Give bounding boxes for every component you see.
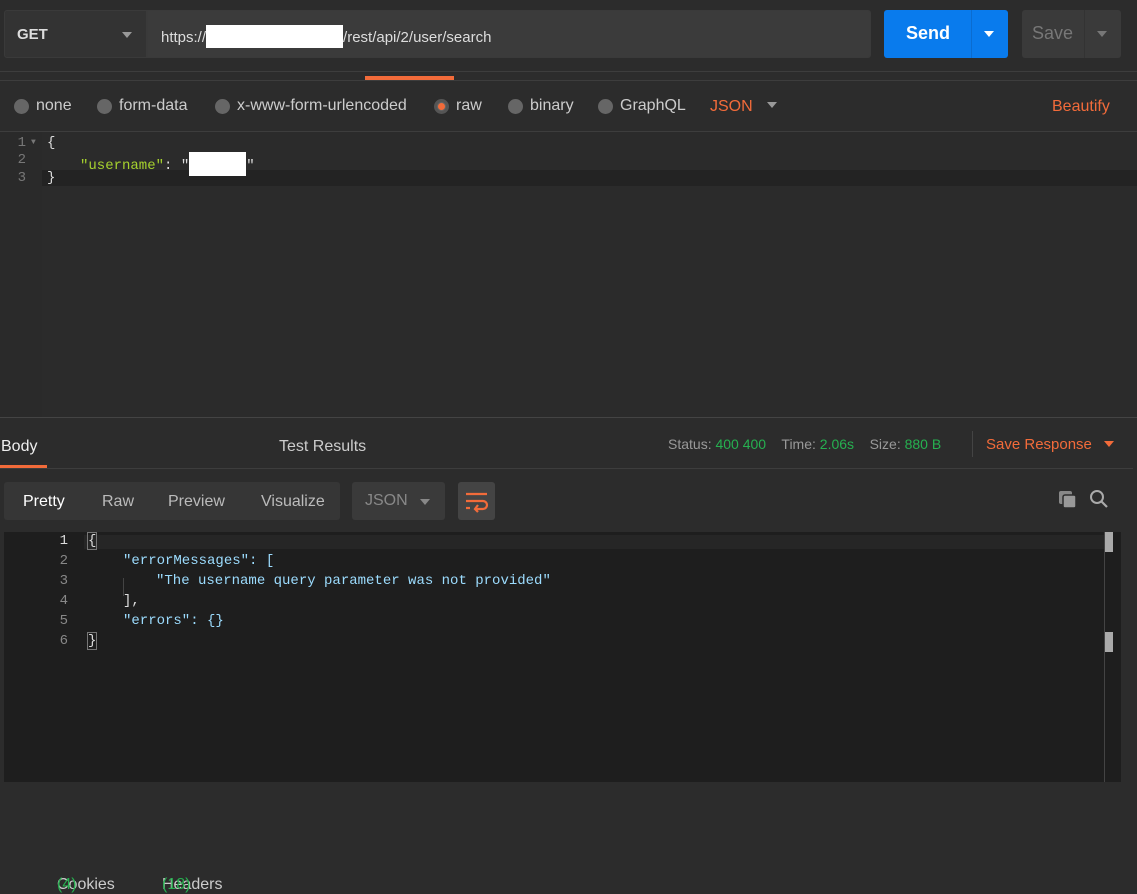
response-format-select[interactable]: JSON [352, 482, 445, 520]
line-number: 5 [59, 613, 68, 629]
radio-icon [14, 98, 29, 114]
save-response-label: Save Response [986, 436, 1092, 453]
method-select[interactable]: GET [4, 10, 147, 58]
url-prefix: https:// [161, 29, 207, 46]
radio-urlencoded[interactable]: x-www-form-urlencoded [215, 97, 407, 115]
radio-raw[interactable]: raw [434, 97, 482, 115]
response-status-bar: Status: 400 400 Time: 2.06s Size: 880 B [668, 436, 941, 452]
size-value: 880 B [904, 436, 942, 452]
beautify-button[interactable]: Beautify [1052, 98, 1110, 116]
radio-icon [508, 98, 523, 114]
fold-icon[interactable]: ▼ [31, 138, 36, 147]
code-line: "errorMessages": [ [123, 553, 275, 569]
radio-label: x-www-form-urlencoded [237, 97, 407, 114]
send-label: Send [906, 23, 951, 43]
save-response-button[interactable]: Save Response [986, 436, 1114, 453]
code-brace: } [47, 170, 56, 186]
line-number: 2 [17, 152, 26, 168]
time-value: 2.06s [819, 436, 855, 452]
code-colon: : [164, 158, 181, 174]
chevron-down-icon [1103, 441, 1114, 447]
radio-label: GraphQL [620, 97, 686, 114]
chevron-down-icon [122, 32, 132, 38]
status-label: Status: [668, 436, 712, 452]
wrap-lines-button[interactable] [458, 482, 495, 520]
search-icon[interactable] [1089, 489, 1109, 513]
code-line: ], [123, 593, 140, 609]
save-label: Save [1032, 23, 1074, 43]
method-label: GET [17, 26, 48, 43]
code-quote: " [246, 158, 255, 174]
radio-binary[interactable]: binary [508, 97, 574, 115]
line-number: 1 [17, 135, 26, 151]
line-number: 3 [59, 573, 68, 589]
line-number: 1 [59, 533, 68, 549]
view-mode-tabs: Pretty Raw Preview Visualize [4, 482, 340, 520]
raw-format-label: JSON [710, 98, 753, 115]
time-label: Time: [781, 436, 816, 452]
redacted-username [189, 152, 247, 176]
wrap-icon [466, 492, 489, 513]
view-pretty[interactable]: Pretty [23, 493, 65, 511]
code-line: "errors": {} [123, 613, 224, 629]
save-options-icon[interactable] [1097, 31, 1107, 37]
radio-icon [215, 98, 230, 114]
line-number: 6 [59, 633, 68, 649]
view-visualize[interactable]: Visualize [261, 493, 325, 511]
send-button[interactable]: Send [884, 10, 1008, 58]
chevron-down-icon [766, 102, 777, 108]
view-raw[interactable]: Raw [102, 493, 134, 511]
status-value: 400 400 [715, 436, 767, 452]
radio-none[interactable]: none [14, 97, 72, 115]
active-tab-indicator [365, 76, 454, 80]
request-body-editor[interactable]: 1 ▼ 2 3 { "username": " " } [0, 132, 1137, 417]
send-options-icon[interactable] [984, 31, 994, 37]
radio-icon [97, 98, 112, 114]
line-number: 2 [59, 553, 68, 569]
radio-icon [598, 98, 613, 114]
radio-form-data[interactable]: form-data [97, 97, 187, 115]
chevron-down-icon [420, 499, 430, 505]
code-brace: { [86, 532, 98, 550]
code-brace: { [47, 135, 56, 151]
tab-count: (18) [162, 876, 191, 893]
redacted-host [206, 25, 344, 48]
code-quote: " [180, 158, 190, 174]
copy-icon[interactable] [1058, 490, 1078, 514]
response-body-viewer[interactable]: 1 2 3 4 5 6 { "errorMessages": [ "The us… [4, 532, 1121, 782]
radio-label: raw [456, 97, 482, 114]
json-key: "username" [80, 158, 165, 174]
raw-format-select[interactable]: JSON [710, 98, 777, 116]
scrollbar-marker [1105, 632, 1113, 652]
radio-label: binary [530, 97, 574, 114]
scrollbar-thumb[interactable] [1105, 532, 1113, 552]
url-input[interactable]: https:// /rest/api/2/user/search [147, 10, 871, 58]
size-label: Size: [869, 436, 901, 452]
radio-selected-icon [434, 98, 449, 114]
line-number: 3 [17, 170, 26, 186]
url-suffix: /rest/api/2/user/search [343, 29, 492, 46]
code-line: "The username query parameter was not pr… [156, 573, 551, 589]
code-brace: } [86, 632, 98, 650]
radio-label: none [36, 97, 72, 114]
view-preview[interactable]: Preview [168, 493, 225, 511]
tab-count: (4) [57, 876, 77, 893]
line-number: 4 [59, 593, 68, 609]
radio-graphql[interactable]: GraphQL [598, 97, 686, 115]
tab-body[interactable]: Body [1, 438, 37, 456]
response-format-label: JSON [365, 492, 408, 509]
save-button[interactable]: Save [1022, 10, 1121, 58]
tab-test-results[interactable]: Test Results [279, 438, 366, 456]
radio-label: form-data [119, 97, 188, 114]
